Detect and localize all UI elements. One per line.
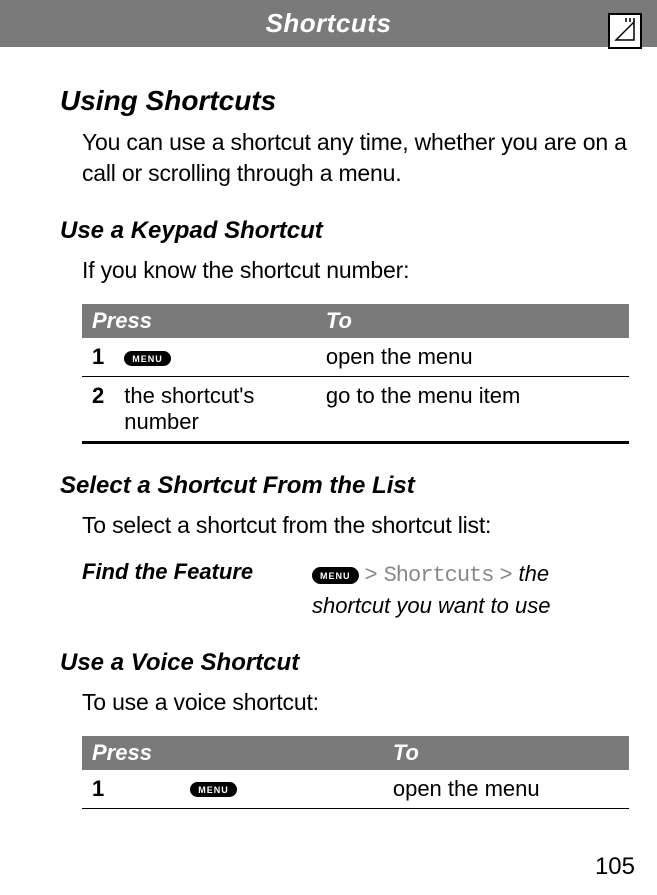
path-shortcuts: Shortcuts [384,563,494,588]
breadcrumb-separator: > [500,561,513,586]
table-row: 1 MENU open the menu [82,338,629,377]
page-content: Using Shortcuts You can use a shortcut a… [0,47,657,809]
table-row: 1 MENU open the menu [82,770,629,808]
table-row: 2 the shortcut's number go to the menu i… [82,377,629,442]
col-to: To [393,740,419,765]
find-feature-label: Find the Feature [82,559,312,620]
header-bar: Shortcuts [0,0,657,47]
menu-key-icon: MENU [190,782,237,797]
col-press: Press [92,308,152,333]
row-to: open the menu [393,776,540,801]
heading-using-shortcuts: Using Shortcuts [60,85,629,117]
keypad-table: Press To 1 MENU open the menu 2 the shor… [82,304,629,441]
table-header-row: Press To [82,736,629,770]
intro-text-2: If you know the shortcut number: [82,255,629,286]
col-to: To [326,308,352,333]
row-num: 1 [92,344,104,369]
find-feature-block: Find the Feature MENU > Shortcuts > the … [82,559,629,620]
heading-keypad-shortcut: Use a Keypad Shortcut [60,217,629,245]
signal-icon [608,13,642,49]
row-num: 2 [92,383,104,408]
col-press: Press [92,740,152,765]
intro-text-4: To use a voice shortcut: [82,687,629,718]
intro-text-3: To select a shortcut from the shortcut l… [82,510,629,541]
breadcrumb-separator: > [365,561,378,586]
find-feature-path: MENU > Shortcuts > the shortcut you want… [312,559,629,620]
menu-key-icon: MENU [124,351,171,366]
table-end-rule [82,441,629,444]
row-to: go to the menu item [326,383,520,408]
row-press: the shortcut's number [124,383,254,434]
row-to: open the menu [326,344,473,369]
table-header-row: Press To [82,304,629,338]
table-end-rule [82,808,629,809]
page-number: 105 [595,853,635,881]
menu-key-icon: MENU [312,567,359,584]
voice-table: Press To 1 MENU open the menu [82,736,629,808]
heading-voice-shortcut: Use a Voice Shortcut [60,649,629,677]
header-title: Shortcuts [266,8,392,38]
intro-text-1: You can use a shortcut any time, whether… [82,127,629,189]
row-num: 1 [92,776,104,801]
heading-select-from-list: Select a Shortcut From the List [60,472,629,500]
